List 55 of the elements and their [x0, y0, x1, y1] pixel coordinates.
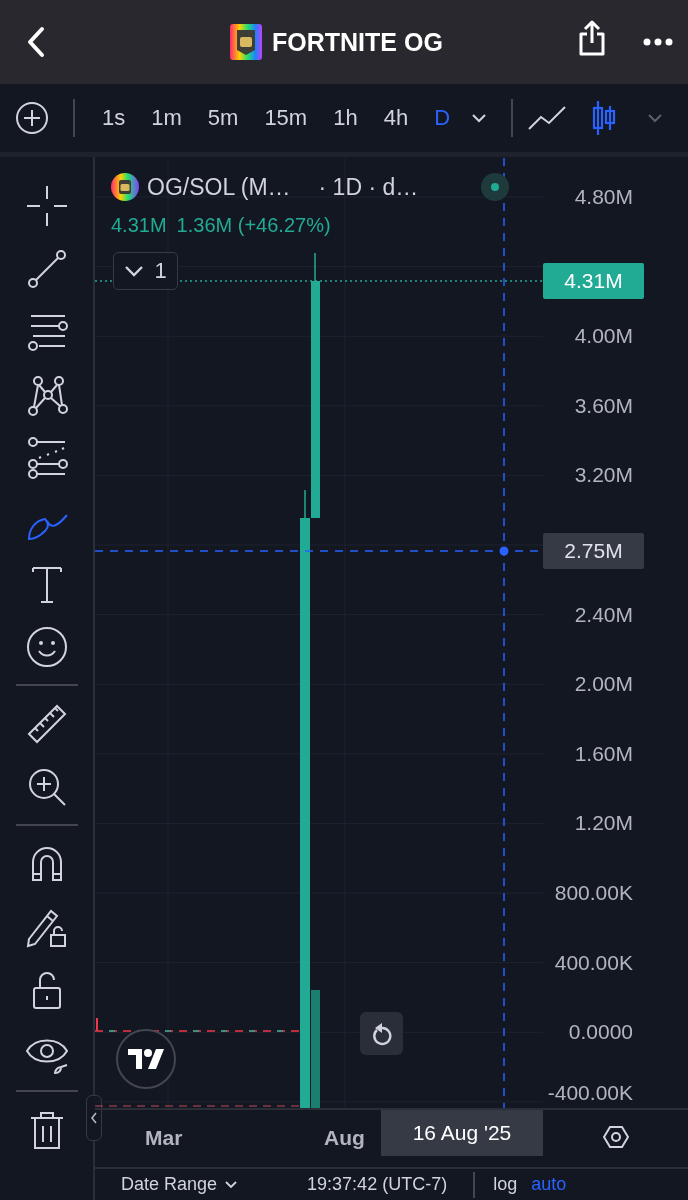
interval-tab[interactable]: 15m: [251, 105, 321, 131]
indicators-toggle[interactable]: 1: [113, 252, 178, 290]
last-price-tag: 4.31M: [543, 263, 644, 299]
price-label: 4.00M: [574, 323, 633, 350]
price-label: 4.80M: [574, 184, 633, 210]
price-label: 2.40M: [574, 601, 633, 628]
price-label: 2.00M: [574, 671, 633, 698]
logo-icon: [128, 1049, 164, 1069]
settings-icon[interactable]: [603, 1124, 629, 1150]
price-label: 800.00K: [554, 880, 633, 906]
crosshair-date-tag: 16 Aug '25: [381, 1110, 543, 1156]
chevron-left-icon[interactable]: [90, 1111, 98, 1125]
symbol-details: · 1D · d…: [318, 173, 419, 201]
time-label: Mar: [145, 1126, 183, 1150]
live-indicator: [481, 173, 509, 201]
more-icon[interactable]: [643, 38, 673, 46]
crosshair-icon[interactable]: [24, 183, 69, 228]
page-title: FORTNITE OG: [272, 27, 443, 57]
price-label: 1.60M: [574, 740, 633, 767]
price-label: 3.60M: [574, 392, 633, 419]
log-scale-button[interactable]: log: [493, 1174, 518, 1195]
price-label: 3.20M: [574, 462, 633, 489]
interval-tab[interactable]: D: [421, 105, 464, 131]
price-change: 1.36M (+46.27%): [176, 214, 331, 237]
token-logo: [111, 173, 139, 201]
crosshair-dot: [499, 546, 509, 556]
add-icon[interactable]: [15, 101, 49, 135]
interval-tab[interactable]: 1h: [320, 105, 371, 131]
symbol-name[interactable]: OG/SOL (M…: [147, 173, 291, 201]
close-price: 4.31M: [111, 214, 167, 237]
price-label: -400.00K: [547, 1080, 633, 1106]
logo-badge[interactable]: [116, 1029, 176, 1089]
reset-icon: [370, 1021, 393, 1046]
date-range-button[interactable]: Date Range: [121, 1174, 238, 1195]
collapse-tab[interactable]: [86, 1095, 102, 1141]
time-label: Aug: [324, 1126, 365, 1150]
chevron-down-icon: [124, 265, 145, 277]
candlestick-icon[interactable]: [591, 100, 618, 136]
interval-tab[interactable]: 1s: [89, 105, 139, 131]
auto-scale-button[interactable]: auto: [531, 1174, 567, 1195]
emoji-icon[interactable]: [24, 624, 69, 669]
interval-tab[interactable]: 1m: [138, 105, 195, 131]
clock-time: 19:37:42 (UTC-7): [307, 1174, 448, 1195]
chevron-down-icon: [225, 1180, 238, 1189]
share-icon[interactable]: [577, 20, 607, 56]
crosshair-price-tag: 2.75M: [543, 533, 644, 569]
back-icon[interactable]: [26, 26, 46, 58]
reset-button[interactable]: [360, 1012, 403, 1055]
price-label: 400.00K: [554, 949, 633, 976]
price-label: 0.0000: [568, 1019, 633, 1046]
interval-tab[interactable]: 4h: [370, 105, 422, 131]
token-logo: [230, 24, 262, 60]
price-label: 1.20M: [574, 810, 633, 837]
line-chart-icon[interactable]: [527, 105, 568, 131]
interval-tab[interactable]: 5m: [194, 105, 252, 131]
